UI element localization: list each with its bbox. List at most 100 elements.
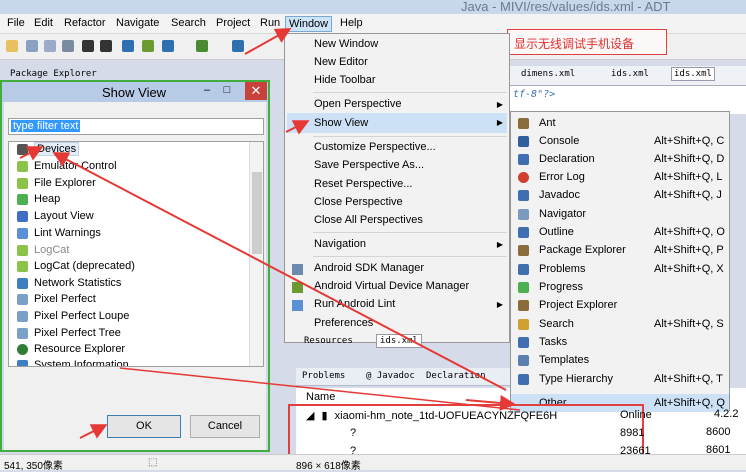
menu-item-hide-toolbar[interactable]: Hide Toolbar bbox=[314, 74, 376, 86]
lint-check-icon bbox=[292, 300, 303, 311]
menu-window[interactable]: Window bbox=[285, 16, 333, 32]
cancel-button[interactable]: Cancel bbox=[190, 415, 260, 438]
tab-declaration[interactable]: Declaration bbox=[426, 371, 486, 381]
sdk-icon[interactable] bbox=[122, 40, 134, 52]
menu-item-avd-manager[interactable]: Android Virtual Device Manager bbox=[314, 280, 469, 292]
menu-item-preferences[interactable]: Preferences bbox=[314, 317, 373, 329]
maximize-icon[interactable]: □ bbox=[218, 84, 236, 98]
menu-item-new-editor[interactable]: New Editor bbox=[314, 56, 368, 68]
menu-edit[interactable]: Edit bbox=[31, 16, 56, 30]
menu-file[interactable]: File bbox=[4, 16, 28, 30]
run-icon[interactable] bbox=[232, 40, 244, 52]
menu-item-new-window[interactable]: New Window bbox=[314, 38, 378, 50]
submenu-item-navigator[interactable]: Navigator bbox=[511, 205, 729, 223]
tree-item-pixel-perfect-tree[interactable]: Pixel Perfect Tree bbox=[17, 327, 121, 343]
debug-icon[interactable] bbox=[196, 40, 208, 52]
scroll-thumb[interactable] bbox=[252, 172, 262, 254]
submenu-item-package-explorer[interactable]: Package Explorer Alt+Shift+Q, P bbox=[511, 241, 729, 259]
menu-navigate[interactable]: Navigate bbox=[113, 16, 162, 30]
submenu-item-outline[interactable]: Outline Alt+Shift+Q, O bbox=[511, 223, 729, 241]
bottom-panel-tabs: Problems @ Javadoc Declaration bbox=[296, 368, 510, 386]
submenu-item-javadoc[interactable]: Javadoc Alt+Shift+Q, J bbox=[511, 186, 729, 204]
tree-item-pixel-perfect[interactable]: Pixel Perfect bbox=[17, 293, 96, 309]
device-version: 4.2.2 bbox=[714, 408, 739, 420]
menu-refactor[interactable]: Refactor bbox=[61, 16, 109, 30]
tree-item-resource-explorer[interactable]: Resource Explorer bbox=[17, 343, 125, 359]
submenu-item-tasks[interactable]: Tasks bbox=[511, 333, 729, 351]
menu-project[interactable]: Project bbox=[213, 16, 253, 30]
package-icon bbox=[518, 245, 529, 256]
submenu-item-error-log[interactable]: Error Log Alt+Shift+Q, L bbox=[511, 168, 729, 186]
layout-icon bbox=[17, 210, 28, 222]
tab-ids-xml-2[interactable]: ids.xml bbox=[671, 67, 715, 81]
minimize-icon[interactable]: – bbox=[198, 84, 216, 98]
menu-item-run-android-lint[interactable]: Run Android Lint bbox=[314, 298, 395, 310]
console-icon bbox=[518, 136, 529, 147]
device-row-2[interactable]: ? bbox=[350, 427, 356, 439]
menu-item-open-perspective[interactable]: Open Perspective bbox=[314, 98, 504, 110]
download-icon[interactable] bbox=[100, 40, 112, 52]
avd-icon[interactable] bbox=[142, 40, 154, 52]
print-icon[interactable] bbox=[62, 40, 74, 52]
tree-item-network-statistics[interactable]: Network Statistics bbox=[17, 277, 121, 293]
tab-ids-xml-1[interactable]: ids.xml bbox=[611, 69, 649, 79]
editor-area[interactable]: tf-8"?> bbox=[505, 86, 746, 114]
submenu-item-templates[interactable]: Templates bbox=[511, 351, 729, 369]
window-menu: New Window New Editor Hide Toolbar Open … bbox=[284, 33, 510, 343]
device-row-1[interactable]: ◢ ▮ xiaomi-hm_note_1td-UOFUEACYNZFQFE6H bbox=[306, 409, 557, 422]
submenu-item-declaration[interactable]: Declaration Alt+Shift+Q, D bbox=[511, 150, 729, 168]
menu-item-show-view[interactable]: Show View bbox=[287, 113, 507, 133]
menu-item-reset-perspective[interactable]: Reset Perspective... bbox=[314, 178, 412, 190]
tree-item-system-information[interactable]: System Information bbox=[17, 359, 129, 366]
tree-item-devices[interactable]: Devices bbox=[17, 142, 80, 159]
column-name-header[interactable]: Name bbox=[306, 391, 335, 403]
menu-item-save-perspective[interactable]: Save Perspective As... bbox=[314, 159, 424, 171]
menu-search[interactable]: Search bbox=[168, 16, 209, 30]
tree-item-heap[interactable]: Heap bbox=[17, 193, 60, 209]
menu-run[interactable]: Run bbox=[257, 16, 283, 30]
submenu-item-console[interactable]: Console Alt+Shift+Q, C bbox=[511, 132, 729, 150]
editor-code-line: tf-8"?> bbox=[513, 89, 556, 100]
save-all-icon[interactable] bbox=[44, 40, 56, 52]
submenu-item-project-explorer[interactable]: Project Explorer bbox=[511, 296, 729, 314]
android-icon bbox=[17, 260, 28, 272]
submenu-item-ant[interactable]: Ant bbox=[511, 114, 729, 132]
tab-dimens-xml[interactable]: dimens.xml bbox=[521, 69, 575, 79]
menu-item-android-sdk-manager[interactable]: Android SDK Manager bbox=[314, 262, 424, 274]
menu-separator bbox=[313, 232, 507, 233]
tab-resources[interactable]: Resources bbox=[304, 336, 353, 346]
menu-item-close-all-perspectives[interactable]: Close All Perspectives bbox=[314, 214, 423, 226]
tree-item-emulator-control[interactable]: Emulator Control bbox=[17, 160, 117, 176]
submenu-item-type-hierarchy[interactable]: Type Hierarchy Alt+Shift+Q, T bbox=[511, 370, 729, 388]
menu-help[interactable]: Help bbox=[337, 16, 366, 30]
submenu-item-search[interactable]: Search Alt+Shift+Q, S bbox=[511, 315, 729, 333]
tab-javadoc[interactable]: @ Javadoc bbox=[366, 371, 415, 381]
save-icon[interactable] bbox=[26, 40, 38, 52]
tree-item-logcat-deprecated[interactable]: LogCat (deprecated) bbox=[17, 260, 135, 276]
tree-item-logcat[interactable]: LogCat bbox=[17, 244, 69, 260]
tree-item-file-explorer[interactable]: File Explorer bbox=[17, 177, 96, 193]
menu-item-navigation[interactable]: Navigation bbox=[314, 238, 366, 250]
tab-problems[interactable]: Problems bbox=[302, 371, 345, 381]
upload-icon[interactable] bbox=[82, 40, 94, 52]
submenu-item-problems[interactable]: Problems Alt+Shift+Q, X bbox=[511, 260, 729, 278]
submenu-item-progress[interactable]: Progress bbox=[511, 278, 729, 296]
tree-item-pixel-perfect-loupe[interactable]: Pixel Perfect Loupe bbox=[17, 310, 129, 326]
device-name: xiaomi-hm_note_1td-UOFUEACYNZFQFE6H bbox=[334, 410, 558, 422]
tree-scrollbar[interactable] bbox=[249, 142, 263, 366]
menu-item-close-perspective[interactable]: Close Perspective bbox=[314, 196, 403, 208]
new-icon[interactable] bbox=[6, 40, 18, 52]
ok-button[interactable]: OK bbox=[107, 415, 181, 438]
menu-item-customize-perspective[interactable]: Customize Perspective... bbox=[314, 141, 436, 153]
lint-icon[interactable] bbox=[162, 40, 174, 52]
tree-item-lint-warnings[interactable]: Lint Warnings bbox=[17, 227, 101, 243]
android-icon bbox=[17, 160, 28, 172]
device-status: Online bbox=[620, 409, 652, 421]
expand-icon[interactable]: ◢ bbox=[306, 410, 314, 422]
filter-input[interactable]: type filter text bbox=[8, 118, 264, 135]
view-tree[interactable]: Devices Emulator Control File Explorer H… bbox=[8, 141, 264, 367]
tab-ids-xml-lower[interactable]: ids.xml bbox=[376, 334, 422, 348]
network-icon bbox=[17, 277, 28, 289]
close-icon[interactable]: ✕ bbox=[245, 82, 267, 100]
tree-item-layout-view[interactable]: Layout View bbox=[17, 210, 94, 226]
